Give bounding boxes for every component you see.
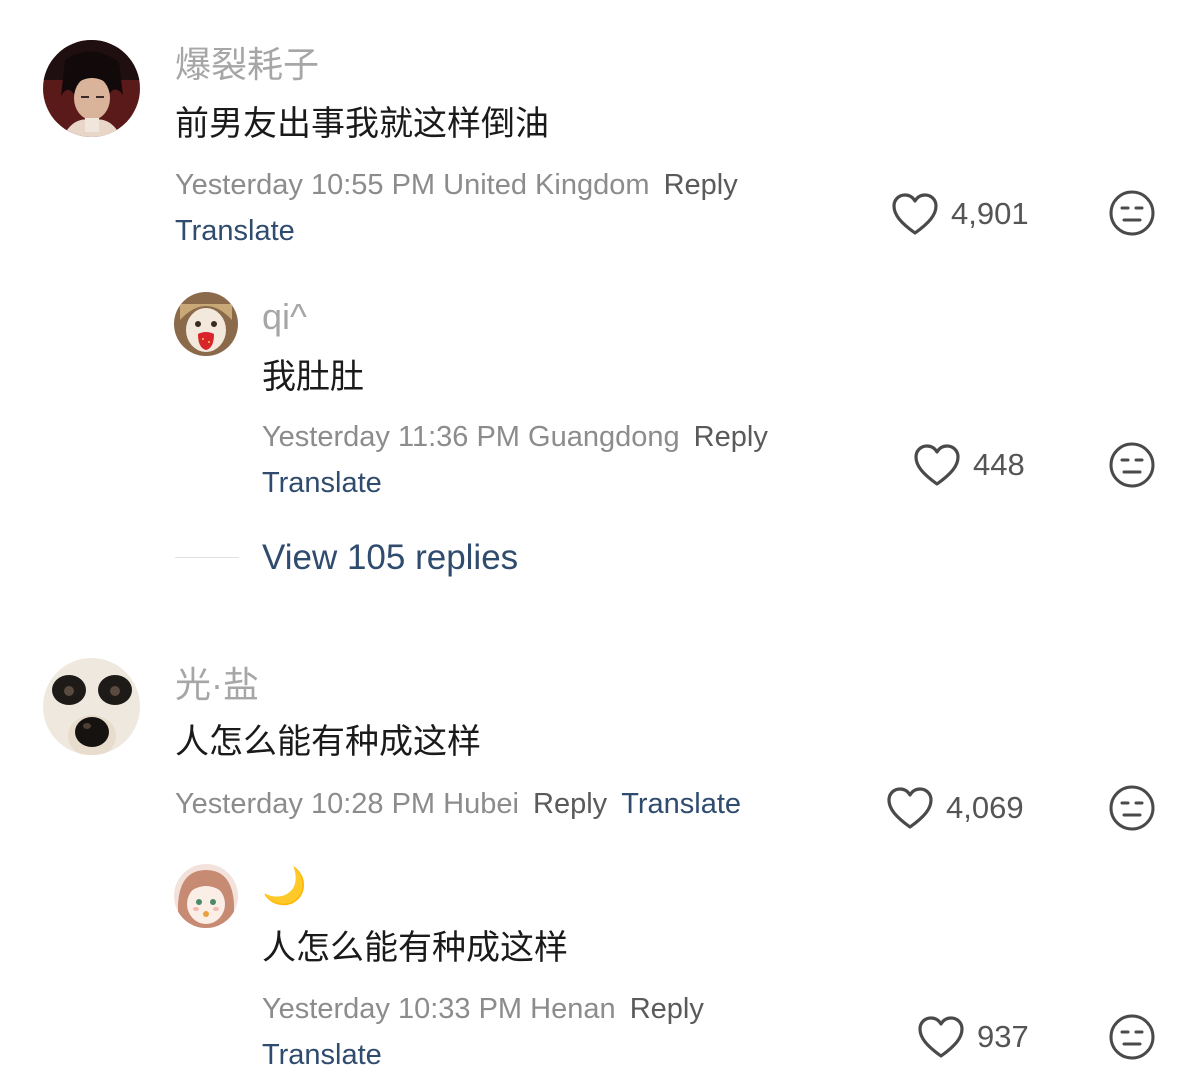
avatar[interactable] xyxy=(43,40,140,137)
reply-meta: Yesterday 11:36 PM Guangdong Reply xyxy=(262,423,768,452)
reply-button[interactable]: Reply xyxy=(533,788,607,820)
comment-location: United Kingdom xyxy=(443,169,650,201)
dislike-button[interactable] xyxy=(1108,189,1156,242)
avatar[interactable] xyxy=(174,864,238,928)
reply-button[interactable]: Reply xyxy=(630,993,704,1025)
neutral-face-icon xyxy=(1109,190,1155,236)
reply-button[interactable]: Reply xyxy=(694,421,768,453)
reply-location: Henan xyxy=(530,993,616,1025)
view-replies-button[interactable]: View 105 replies xyxy=(262,540,518,575)
reply-location: Guangdong xyxy=(528,421,680,453)
reply-username[interactable]: qi^ xyxy=(262,299,307,335)
like-count: 4,901 xyxy=(951,196,1029,231)
replies-divider xyxy=(175,557,239,558)
translate-link[interactable]: Translate xyxy=(262,469,382,498)
neutral-face-icon xyxy=(1109,1014,1155,1060)
reply-time: Yesterday 11:36 PM xyxy=(262,421,520,453)
heart-icon xyxy=(914,444,960,486)
like-button[interactable]: 4,901 xyxy=(891,192,1029,236)
dislike-button[interactable] xyxy=(1108,784,1156,837)
translate-link[interactable]: Translate xyxy=(621,788,741,820)
like-button[interactable]: 937 xyxy=(917,1015,1029,1059)
like-count: 4,069 xyxy=(946,790,1024,825)
comment-username[interactable]: 光·盐 xyxy=(175,667,259,703)
comment-meta: Yesterday 10:55 PM United Kingdom Reply xyxy=(175,171,738,200)
comment-meta: Yesterday 10:28 PM Hubei Reply Translate xyxy=(175,790,741,819)
comment-text: 人怎么能有种成这样 xyxy=(175,723,481,761)
comment-location: Hubei xyxy=(443,788,519,820)
like-button[interactable]: 448 xyxy=(913,443,1025,487)
comment-time: Yesterday 10:28 PM xyxy=(175,788,436,820)
reply-time: Yesterday 10:33 PM xyxy=(262,993,523,1025)
like-button[interactable]: 4,069 xyxy=(886,786,1024,830)
avatar[interactable] xyxy=(43,658,140,755)
like-count: 937 xyxy=(977,1019,1029,1054)
dislike-button[interactable] xyxy=(1108,1013,1156,1066)
translate-link[interactable]: Translate xyxy=(262,1041,382,1070)
avatar-image xyxy=(43,40,140,137)
reply-username[interactable]: 🌙 xyxy=(262,868,307,904)
neutral-face-icon xyxy=(1109,785,1155,831)
comment-text: 前男友出事我就这样倒油 xyxy=(175,105,549,143)
heart-icon xyxy=(918,1016,964,1058)
heart-icon xyxy=(892,193,938,235)
translate-link[interactable]: Translate xyxy=(175,217,295,246)
avatar-image xyxy=(43,658,140,755)
heart-icon xyxy=(887,787,933,829)
reply-meta: Yesterday 10:33 PM Henan Reply xyxy=(262,995,704,1024)
reply-button[interactable]: Reply xyxy=(664,169,738,201)
reply-text: 人怎么能有种成这样 xyxy=(262,929,568,967)
avatar[interactable] xyxy=(174,292,238,356)
reply-text: 我肚肚 xyxy=(262,358,364,396)
comment-username[interactable]: 爆裂耗子 xyxy=(175,47,319,83)
neutral-face-icon xyxy=(1109,442,1155,488)
comment-time: Yesterday 10:55 PM xyxy=(175,169,436,201)
dislike-button[interactable] xyxy=(1108,441,1156,494)
avatar-image xyxy=(174,864,238,928)
like-count: 448 xyxy=(973,447,1025,482)
avatar-image xyxy=(174,292,238,356)
